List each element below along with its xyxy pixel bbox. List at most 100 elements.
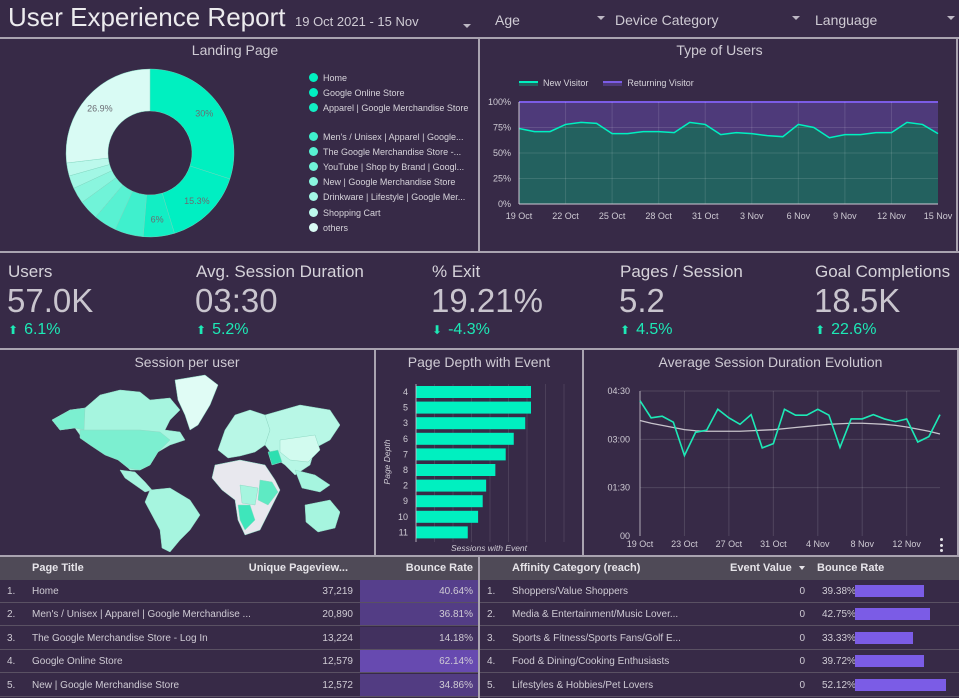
- bounce-rate-cell: 39.72%: [822, 656, 856, 668]
- x-tick-label: 8 Nov: [850, 539, 874, 549]
- bar[interactable]: [416, 386, 531, 398]
- bounce-rate-cell: 34.86%: [439, 679, 473, 691]
- scorecard-delta: ⬆ 4.5%: [620, 321, 673, 339]
- bar[interactable]: [416, 510, 479, 523]
- table-row[interactable]: 3. The Google Merchandise Store - Log In 1…: [0, 626, 478, 650]
- column-header-bounce-rate[interactable]: Bounce Rate: [406, 562, 473, 574]
- legend-dot-icon: [309, 73, 318, 82]
- donut-slice[interactable]: [65, 68, 151, 164]
- table-row[interactable]: 1. Home 37,219 40.64%: [0, 580, 478, 603]
- affinity-category-cell: Sports & Fitness/Sports Fans/Golf E...: [512, 632, 681, 644]
- divider: [0, 348, 959, 350]
- device-category-filter[interactable]: Device Category: [615, 8, 800, 32]
- date-range-filter[interactable]: 19 Oct 2021 - 15 Nov: [295, 14, 471, 34]
- y-tick-label: 7: [403, 449, 408, 459]
- legend-label: New | Google Merchandise Store: [323, 177, 456, 187]
- landing-page-donut-chart: 30% 15.3% 6% 26.9%: [65, 68, 235, 238]
- table-row[interactable]: 2. Media & Entertainment/Music Lover... 0 4…: [480, 603, 959, 627]
- type-of-users-legend: New Visitor Returning Visitor: [519, 78, 694, 88]
- language-filter[interactable]: Language: [815, 8, 955, 32]
- bar[interactable]: [416, 448, 506, 461]
- table-row[interactable]: 4. Food & Dining/Cooking Enthusiasts 0 39.7…: [480, 650, 959, 674]
- column-header-unique-pageviews[interactable]: Unique Pageview...: [249, 562, 348, 574]
- map-region-central-africa: [239, 484, 259, 506]
- table-row[interactable]: 5. Lifestyles & Hobbies/Pet Lovers 0 52.12%: [480, 674, 959, 697]
- x-tick-label: 3 Nov: [740, 211, 764, 221]
- bar[interactable]: [416, 464, 496, 476]
- x-axis-title: Sessions with Event: [451, 543, 528, 553]
- legend-item[interactable]: YouTube | Shop by Brand | Googl...: [309, 161, 479, 173]
- y-tick-label: 75%: [493, 123, 511, 133]
- device-category-filter-label: Device Category: [615, 12, 719, 28]
- bar[interactable]: [416, 495, 483, 508]
- x-tick-label: 27 Oct: [716, 539, 743, 549]
- affinity-category-cell: Shoppers/Value Shoppers: [512, 586, 629, 597]
- row-rank: 4.: [7, 656, 16, 668]
- affinity-table-header: Affinity Category (reach) Event Value Bo…: [480, 557, 959, 580]
- bounce-rate-cell: 62.14%: [439, 656, 473, 668]
- legend-item[interactable]: Apparel | Google Merchandise Store: [309, 102, 479, 114]
- bar[interactable]: [416, 479, 487, 492]
- y-tick-label: 5: [403, 403, 408, 413]
- arrow-up-icon: ⬆: [8, 323, 19, 337]
- bounce-rate-bar: [855, 631, 914, 644]
- session-per-user-map[interactable]: [40, 370, 340, 552]
- report-title: User Experience Report: [8, 2, 286, 32]
- scorecard-label: Goal Completions: [815, 262, 951, 281]
- age-filter[interactable]: Age: [495, 8, 605, 32]
- bar[interactable]: [416, 526, 468, 539]
- y-tick-label: 00: [620, 531, 630, 541]
- x-tick-label: 19 Oct: [506, 211, 533, 221]
- bar[interactable]: [416, 401, 531, 414]
- bar[interactable]: [416, 432, 514, 445]
- column-header-page-title[interactable]: Page Title: [32, 562, 84, 574]
- session-per-user-title: Session per user: [134, 354, 240, 370]
- table-row[interactable]: 3. Sports & Fitness/Sports Fans/Golf E...…: [480, 627, 959, 650]
- y-tick-label: 0%: [498, 199, 511, 209]
- x-tick-label: 28 Oct: [645, 211, 672, 221]
- unique-pageviews-cell: 12,572: [322, 679, 353, 691]
- row-rank: 3.: [7, 632, 16, 644]
- map-region-australia: [304, 499, 340, 533]
- legend-item[interactable]: New | Google Merchandise Store: [309, 176, 479, 188]
- x-tick-label: 19 Oct: [627, 539, 654, 549]
- x-tick-label: 31 Oct: [692, 211, 719, 221]
- legend-label: others: [323, 223, 349, 233]
- table-row[interactable]: 5. New | Google Merchandise Store 12,572 34…: [0, 673, 478, 697]
- legend-item[interactable]: Shopping Cart: [309, 207, 479, 219]
- row-rank: 4.: [487, 656, 496, 668]
- scorecard-delta-value: -4.3%: [448, 321, 490, 338]
- legend-item[interactable]: others: [309, 222, 479, 234]
- y-tick-label: 04:30: [607, 386, 630, 396]
- legend-item[interactable]: Men's / Unisex | Apparel | Google...: [309, 131, 479, 143]
- column-header-affinity-category[interactable]: Affinity Category (reach): [512, 562, 640, 574]
- legend-item[interactable]: Drinkware | Lifestyle | Google Mer...: [309, 191, 479, 203]
- returning-visitor-swatch: [603, 80, 623, 86]
- bar[interactable]: [416, 417, 526, 430]
- legend-item[interactable]: The Google Merchandise Store -...: [309, 146, 479, 158]
- legend-item[interactable]: Google Online Store: [309, 87, 479, 99]
- more-options-icon[interactable]: [937, 538, 945, 552]
- y-tick-label: 3: [403, 418, 408, 428]
- table-row[interactable]: 2. Men's / Unisex | Apparel | Google Merc…: [0, 603, 478, 627]
- column-header-event-value[interactable]: Event Value: [730, 562, 805, 574]
- table-row[interactable]: 4. Google Online Store 12,579 62.14%: [0, 650, 478, 674]
- column-header-bounce-rate[interactable]: Bounce Rate: [817, 562, 884, 574]
- legend-new-visitor: New Visitor: [543, 78, 589, 88]
- donut-slice[interactable]: [149, 68, 235, 180]
- page-title-cell: The Google Merchandise Store - Log In: [32, 632, 208, 644]
- x-tick-label: 6 Nov: [787, 211, 811, 221]
- session-duration-line-chart: 19 Oct 23 Oct 27 Oct 31 Oct 4 Nov 8 Nov 12 Nov…: [607, 386, 941, 549]
- legend-label: Apparel | Google Merchandise Store: [323, 103, 469, 113]
- chevron-down-icon: [792, 16, 800, 20]
- row-rank: 5.: [487, 679, 496, 691]
- page-title-cell: Home: [32, 586, 59, 597]
- x-tick-label: 22 Oct: [552, 211, 579, 221]
- table-row[interactable]: 1. Shoppers/Value Shoppers 0 39.38%: [480, 580, 959, 603]
- map-region-greenland: [174, 374, 219, 431]
- legend-label: Google Online Store: [323, 88, 405, 98]
- bounce-rate-cell: 52.12%: [822, 679, 856, 691]
- legend-item[interactable]: Home: [309, 72, 479, 84]
- scorecard-value: 5.2: [619, 282, 665, 319]
- map-region-southeast-asia: [294, 469, 331, 493]
